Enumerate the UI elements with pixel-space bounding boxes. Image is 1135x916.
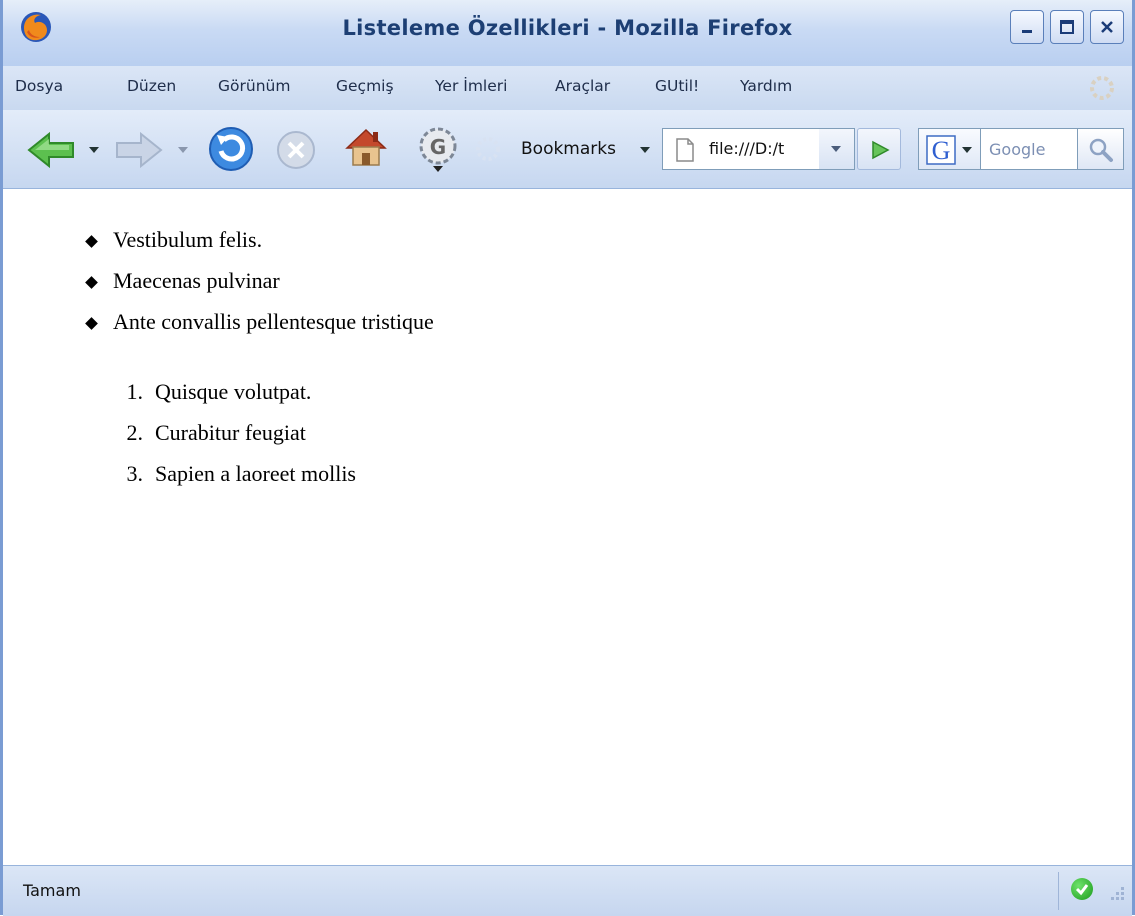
search-magnifier-icon (1089, 138, 1113, 162)
minimize-button[interactable] (1010, 10, 1044, 44)
resize-grip-icon[interactable] (1106, 882, 1126, 902)
throbber-icon (1090, 76, 1114, 100)
bullet-item-1: Vestibulum felis. (113, 227, 263, 252)
spinner-icon (476, 137, 500, 161)
status-divider (1058, 872, 1059, 910)
forward-arrow-icon[interactable] (113, 130, 165, 170)
google-logo-icon: G (926, 135, 956, 165)
check-icon (1075, 884, 1089, 896)
ordered-number-2: 2. (126, 420, 144, 445)
menu-gecmis[interactable]: Geçmiş (336, 77, 394, 95)
browser-window: Listeleme Özellikleri - Mozilla Firefox … (0, 0, 1135, 916)
window-title: Listeleme Özellikleri - Mozilla Firefox (342, 16, 793, 40)
ordered-number-1: 1. (126, 379, 144, 404)
search-input[interactable]: Google (981, 128, 1078, 170)
bullet-item-3: Ante convallis pellentesque tristique (113, 309, 434, 334)
search-engine-dropdown-icon (962, 147, 972, 153)
status-bar: Tamam (3, 865, 1132, 916)
close-button[interactable] (1090, 10, 1124, 44)
go-button[interactable] (857, 128, 901, 170)
bullet-marker (85, 317, 98, 330)
minimize-icon (1022, 30, 1032, 33)
bullet-item-2: Maecenas pulvinar (113, 268, 280, 293)
navigation-toolbar: G Bookmarks file:///D:/t G Google (3, 110, 1132, 189)
page-content: Vestibulum felis. Maecenas pulvinar Ante… (3, 189, 1132, 865)
window-controls (1010, 10, 1124, 44)
bookmarks-dropdown-icon[interactable] (640, 147, 650, 153)
menu-duzen[interactable]: Düzen (127, 77, 176, 95)
stop-icon[interactable] (274, 128, 318, 172)
bookmarks-button[interactable]: Bookmarks (521, 139, 616, 159)
ordered-number-3: 3. (126, 461, 144, 486)
maximize-button[interactable] (1050, 10, 1084, 44)
search-engine-selector[interactable]: G (918, 128, 981, 170)
bullet-marker (85, 276, 98, 289)
ordered-item-3: Sapien a laoreet mollis (155, 461, 356, 486)
bullet-marker (85, 235, 98, 248)
ordered-item-1: Quisque volutpat. (155, 379, 312, 404)
menu-yer-imleri[interactable]: Yer İmleri (435, 77, 507, 95)
svg-text:G: G (430, 135, 446, 159)
reload-icon[interactable] (206, 124, 256, 174)
search-button[interactable] (1078, 128, 1124, 170)
gutil-icon[interactable]: G (416, 124, 460, 174)
menu-gorunum[interactable]: Görünüm (218, 77, 290, 95)
url-input[interactable]: file:///D:/t (709, 139, 817, 158)
close-icon (1101, 21, 1113, 33)
page-icon (676, 138, 694, 162)
url-bar[interactable]: file:///D:/t (662, 128, 820, 170)
go-arrow-icon (872, 140, 890, 160)
home-icon[interactable] (343, 124, 389, 170)
title-bar[interactable]: Listeleme Özellikleri - Mozilla Firefox (3, 0, 1132, 67)
forward-dropdown-icon[interactable] (178, 147, 188, 153)
back-arrow-icon[interactable] (25, 130, 77, 170)
chevron-down-icon (831, 146, 841, 152)
url-history-dropdown[interactable] (819, 128, 855, 170)
status-text: Tamam (23, 881, 81, 900)
checkmark-status-icon (1071, 878, 1093, 900)
menu-bar: Dosya Düzen Görünüm Geçmiş Yer İmleri Ar… (3, 66, 1132, 111)
menu-dosya[interactable]: Dosya (15, 77, 63, 95)
svg-text:G: G (932, 136, 951, 165)
menu-araclar[interactable]: Araçlar (555, 77, 610, 95)
menu-gutil[interactable]: GUtil! (655, 77, 699, 95)
back-dropdown-icon[interactable] (89, 147, 99, 153)
ordered-item-2: Curabitur feugiat (155, 420, 306, 445)
maximize-icon (1060, 20, 1074, 34)
menu-yardim[interactable]: Yardım (740, 77, 792, 95)
